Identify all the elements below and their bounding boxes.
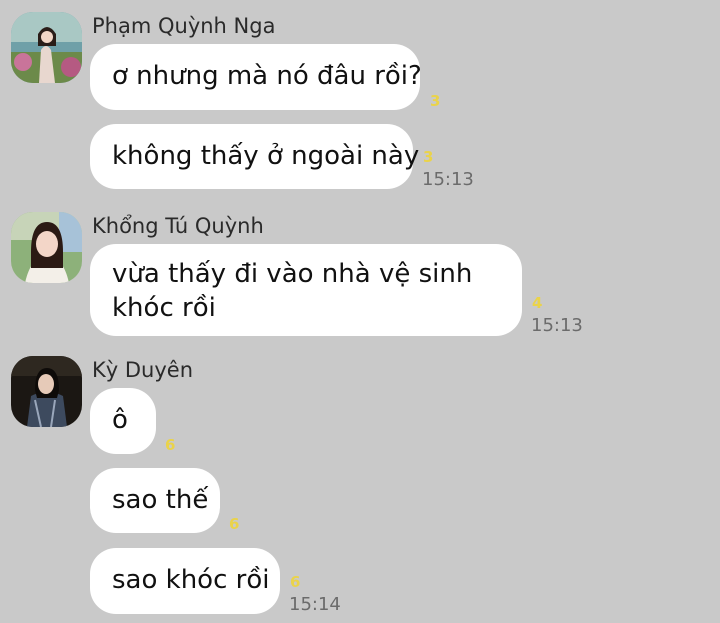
message-text-line: vừa thấy đi vào nhà vệ sinh [112, 259, 473, 289]
avatar-photo-icon [11, 212, 82, 283]
message-text: ô [112, 405, 128, 435]
avatar-pham-quynh-nga[interactable] [11, 12, 82, 83]
seen-count: 6 [165, 436, 176, 454]
message-text-line: khóc rồi [112, 293, 216, 323]
message-text: sao khóc rồi [112, 565, 270, 595]
sender-name: Phạm Quỳnh Nga [92, 14, 276, 38]
avatar-photo-icon [11, 356, 82, 427]
message-bubble[interactable]: sao thế [90, 468, 220, 533]
sender-name: Kỳ Duyên [92, 358, 194, 382]
seen-count: 3 [423, 148, 434, 166]
message-bubble[interactable]: sao khóc rồi [90, 548, 280, 614]
message-time: 15:13 [422, 169, 474, 190]
avatar-photo-icon [11, 12, 82, 83]
seen-count: 6 [290, 573, 301, 591]
chat-screen: Phạm Quỳnh Nga ơ nhưng mà nó đâu rồi? 3 … [0, 0, 720, 623]
seen-count: 4 [532, 294, 543, 312]
seen-count: 3 [430, 92, 441, 110]
message-time: 15:14 [289, 594, 341, 615]
message-text: không thấy ở ngoài này [112, 141, 420, 171]
message-text: sao thế [112, 485, 209, 515]
avatar-ky-duyen[interactable] [11, 356, 82, 427]
message-bubble[interactable]: vừa thấy đi vào nhà vệ sinh khóc rồi [90, 244, 522, 336]
avatar-khong-tu-quynh[interactable] [11, 212, 82, 283]
sender-name: Khổng Tú Quỳnh [92, 214, 264, 238]
message-bubble[interactable]: không thấy ở ngoài này [90, 124, 419, 189]
message-text: ơ nhưng mà nó đâu rồi? [112, 61, 422, 91]
seen-count: 6 [229, 515, 240, 533]
message-bubble[interactable]: ô [90, 388, 156, 454]
message-time: 15:13 [531, 315, 583, 336]
message-bubble[interactable]: ơ nhưng mà nó đâu rồi? [90, 44, 422, 110]
